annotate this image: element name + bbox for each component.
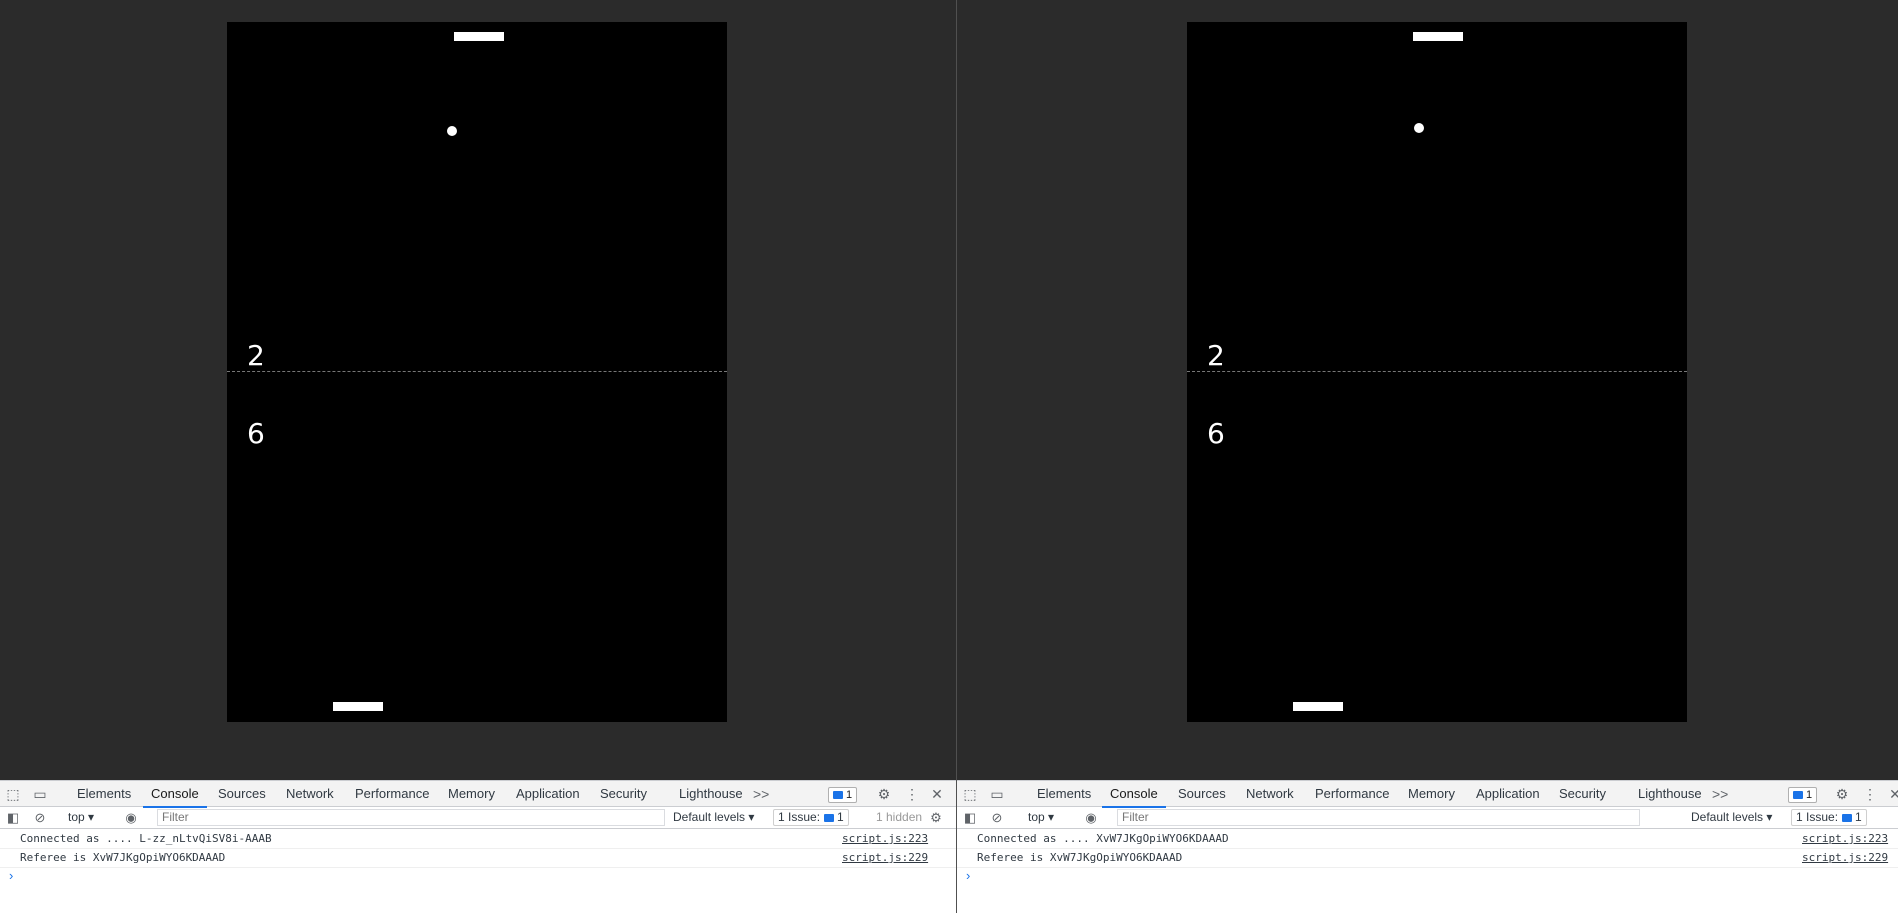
log-levels-dropdown[interactable]: Default levels ▾ xyxy=(673,807,754,828)
center-line xyxy=(1187,371,1687,372)
player-score: 6 xyxy=(1207,417,1225,450)
filter-input[interactable]: Filter xyxy=(1117,809,1640,826)
tab-network[interactable]: Network xyxy=(286,781,334,807)
tab-memory[interactable]: Memory xyxy=(1408,781,1455,807)
messages-badge[interactable]: 1 xyxy=(828,787,858,803)
tab-application[interactable]: Application xyxy=(1476,781,1540,807)
issues-button[interactable]: 1 Issue: 1 xyxy=(773,809,849,826)
live-expression-eye-icon[interactable]: ◉ xyxy=(1083,810,1099,826)
tab-performance[interactable]: Performance xyxy=(1315,781,1389,807)
clear-console-icon[interactable]: ⊘ xyxy=(32,810,48,826)
tab-performance[interactable]: Performance xyxy=(355,781,429,807)
log-levels-dropdown[interactable]: Default levels ▾ xyxy=(1691,807,1772,828)
console-message-text: Referee is XvW7JKgOpiWYO6KDAAAD xyxy=(20,851,226,864)
sidebar-toggle-icon[interactable]: ◧ xyxy=(962,810,978,826)
player-paddle xyxy=(333,702,383,711)
console-prompt-chevron-icon[interactable]: › xyxy=(9,868,13,884)
opponent-paddle xyxy=(1413,32,1463,41)
opponent-paddle xyxy=(454,32,504,41)
inspect-element-icon[interactable]: ⬚ xyxy=(962,786,978,802)
console-message-text: Connected as .... L-zz_nLtvQiSV8i-AAAB xyxy=(20,832,272,845)
console-message: Referee is XvW7JKgOpiWYO6KDAAAD script.j… xyxy=(957,848,1898,868)
filter-input[interactable]: Filter xyxy=(157,809,665,826)
message-icon xyxy=(824,814,835,822)
hidden-count: 1 hidden xyxy=(876,810,923,824)
console-toolbar: ◧ ⊘ top ▾ ◉ Filter Default levels ▾ 1 Is… xyxy=(0,807,956,829)
console-message-text: Referee is XvW7JKgOpiWYO6KDAAAD xyxy=(977,851,1183,864)
gear-icon[interactable]: ⚙ xyxy=(1834,786,1850,802)
context-selector[interactable]: top ▾ xyxy=(1028,807,1054,828)
gear-icon[interactable]: ⚙ xyxy=(876,786,892,802)
console-message: Connected as .... XvW7JKgOpiWYO6KDAAAD s… xyxy=(957,829,1898,849)
console-source-link[interactable]: script.js:229 xyxy=(842,848,928,867)
tab-security[interactable]: Security xyxy=(1559,781,1606,807)
player-score: 6 xyxy=(247,417,265,450)
messages-badge[interactable]: 1 xyxy=(1788,787,1818,803)
issues-button[interactable]: 1 Issue: 1 xyxy=(1791,809,1867,826)
tab-console[interactable]: Console xyxy=(1102,781,1166,808)
tab-elements[interactable]: Elements xyxy=(77,781,131,807)
device-toolbar-icon[interactable]: ▭ xyxy=(32,786,48,802)
game-canvas[interactable]: 2 6 xyxy=(1187,22,1687,722)
more-tabs-chevron-icon[interactable]: >> xyxy=(1712,781,1728,807)
device-toolbar-icon[interactable]: ▭ xyxy=(989,786,1005,802)
message-icon xyxy=(1842,814,1853,822)
console-toolbar: ◧ ⊘ top ▾ ◉ Filter Default levels ▾ 1 Is… xyxy=(957,807,1898,829)
devtools-tab-bar: ⬚ ▭ Elements Console Sources Network Per… xyxy=(0,780,956,808)
devtools-panel: ⬚ ▭ Elements Console Sources Network Per… xyxy=(0,780,956,913)
live-expression-eye-icon[interactable]: ◉ xyxy=(123,810,139,826)
right-window: 2 6 ⬚ ▭ Elements Console Sources Network… xyxy=(957,0,1898,913)
console-source-link[interactable]: script.js:229 xyxy=(1802,848,1888,867)
tab-lighthouse[interactable]: Lighthouse xyxy=(1638,781,1702,807)
game-canvas[interactable]: 2 6 xyxy=(227,22,727,722)
message-icon xyxy=(1793,791,1803,799)
more-vertical-icon[interactable]: ⋮ xyxy=(904,786,920,802)
tab-lighthouse[interactable]: Lighthouse xyxy=(679,781,743,807)
console-source-link[interactable]: script.js:223 xyxy=(842,829,928,848)
more-vertical-icon[interactable]: ⋮ xyxy=(1862,786,1878,802)
inspect-element-icon[interactable]: ⬚ xyxy=(5,786,21,802)
gear-icon[interactable]: ⚙ xyxy=(928,810,944,826)
opponent-score: 2 xyxy=(247,339,265,372)
close-icon[interactable]: ✕ xyxy=(1887,786,1898,802)
devtools-tab-bar: ⬚ ▭ Elements Console Sources Network Per… xyxy=(957,780,1898,808)
tab-elements[interactable]: Elements xyxy=(1037,781,1091,807)
tab-console[interactable]: Console xyxy=(143,781,207,808)
tab-application[interactable]: Application xyxy=(516,781,580,807)
console-message-text: Connected as .... XvW7JKgOpiWYO6KDAAAD xyxy=(977,832,1229,845)
tab-network[interactable]: Network xyxy=(1246,781,1294,807)
console-prompt-chevron-icon[interactable]: › xyxy=(966,868,970,884)
tab-memory[interactable]: Memory xyxy=(448,781,495,807)
console-message: Referee is XvW7JKgOpiWYO6KDAAAD script.j… xyxy=(0,848,956,868)
opponent-score: 2 xyxy=(1207,339,1225,372)
devtools-panel: ⬚ ▭ Elements Console Sources Network Per… xyxy=(957,780,1898,913)
ball xyxy=(1414,123,1424,133)
context-selector[interactable]: top ▾ xyxy=(68,807,94,828)
close-icon[interactable]: ✕ xyxy=(929,786,945,802)
player-paddle xyxy=(1293,702,1343,711)
sidebar-toggle-icon[interactable]: ◧ xyxy=(5,810,21,826)
tab-sources[interactable]: Sources xyxy=(1178,781,1226,807)
clear-console-icon[interactable]: ⊘ xyxy=(989,810,1005,826)
left-window: 2 6 ⬚ ▭ Elements Console Sources Network… xyxy=(0,0,956,913)
ball xyxy=(447,126,457,136)
center-line xyxy=(227,371,727,372)
tab-sources[interactable]: Sources xyxy=(218,781,266,807)
console-message: Connected as .... L-zz_nLtvQiSV8i-AAAB s… xyxy=(0,829,956,849)
more-tabs-chevron-icon[interactable]: >> xyxy=(753,781,769,807)
message-icon xyxy=(833,791,843,799)
console-source-link[interactable]: script.js:223 xyxy=(1802,829,1888,848)
tab-security[interactable]: Security xyxy=(600,781,647,807)
